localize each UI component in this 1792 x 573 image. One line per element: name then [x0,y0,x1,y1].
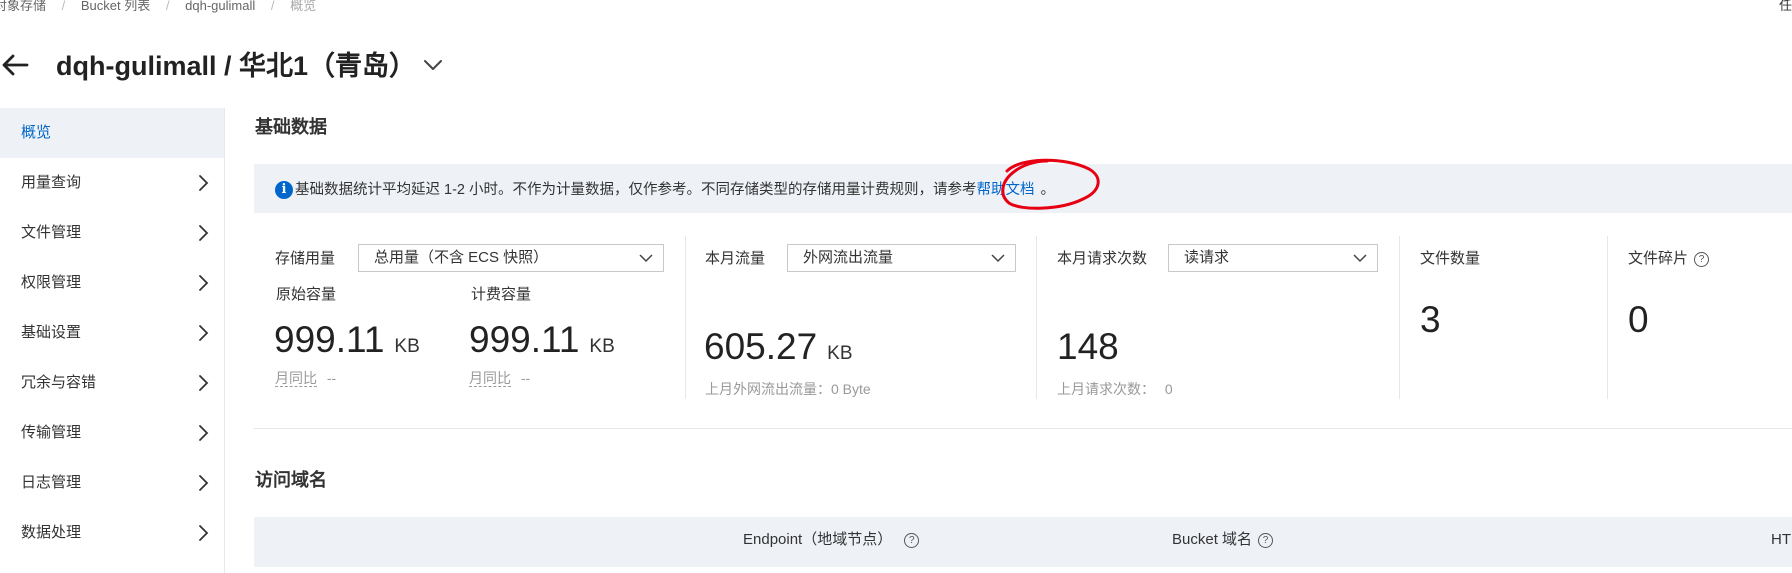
access-domains-title: 访问域名 [255,470,327,490]
file-count-label: 文件数量 [1420,250,1481,267]
back-arrow-icon[interactable] [0,50,30,80]
storage-usage-label: 存储用量 [275,250,336,267]
sidebar-item-label: 概览 [21,124,52,141]
breadcrumb-item-current: 概览 [290,0,317,13]
sidebar-item-label: 传输管理 [21,424,82,441]
sidebar-item-label: 数据处理 [21,524,82,541]
file-fragments-label: 文件碎片? [1628,249,1710,269]
chevron-right-icon [196,474,210,492]
basic-data-title: 基础数据 [255,117,327,137]
chevron-down-icon [1353,254,1367,263]
domains-table-header [254,517,1792,567]
billed-mom-value: -- [520,370,531,386]
sidebar-item-overview[interactable]: 概览 [0,108,224,158]
storage-type-select[interactable]: 总用量（不含 ECS 快照） [358,244,664,272]
storage-type-select-value: 总用量（不含 ECS 快照） [374,249,549,266]
file-fragments-value: 0 [1628,299,1649,340]
metric-divider [1607,236,1608,399]
sidebar-item-transfer[interactable]: 传输管理 [0,408,224,458]
region-switch-chevron-down-icon[interactable] [423,55,443,75]
traffic-type-select-value: 外网流出流量 [803,249,894,266]
breadcrumb-item-oss[interactable]: 对象存储 [0,0,46,13]
chevron-right-icon [196,174,210,192]
requests-last-month-value: 0 [1164,381,1173,397]
red-annotation-circle-icon [1001,158,1100,210]
metric-divider [685,236,686,399]
billed-mom: 月同比 -- [469,369,530,387]
info-icon: i [275,181,293,199]
sidebar-item-permissions[interactable]: 权限管理 [0,258,224,308]
chevron-right-icon [196,424,210,442]
traffic-value: 605.27 KB [704,325,853,376]
billed-capacity-value: 999.11 KB [469,318,615,369]
help-icon[interactable]: ? [904,532,920,548]
help-icon[interactable]: ? [1694,251,1710,267]
sidebar-item-files[interactable]: 文件管理 [0,208,224,258]
traffic-last-month: 上月外网流出流量：0 Byte [705,381,871,397]
column-header-endpoint: Endpoint（地域节点）? [743,530,920,550]
breadcrumb-separator: / [61,0,66,13]
raw-capacity-value: 999.11 KB [274,318,420,369]
requests-label: 本月请求次数 [1057,250,1148,267]
sidebar-item-label: 冗余与容错 [21,374,97,391]
breadcrumb-separator: / [165,0,170,13]
sidebar-divider [224,108,225,573]
sidebar-item-label: 权限管理 [21,274,82,291]
requests-value: 148 [1057,326,1119,367]
breadcrumb-item-bucket[interactable]: dqh-gulimall [185,0,255,13]
raw-capacity-label: 原始容量 [276,286,337,303]
request-type-select[interactable]: 读请求 [1168,244,1378,272]
billed-mom-label[interactable]: 月同比 [469,370,511,387]
sidebar-item-basic-settings[interactable]: 基础设置 [0,308,224,358]
column-header-label: Bucket 域名 [1172,531,1253,548]
help-icon[interactable]: ? [1258,532,1274,548]
request-type-select-value: 读请求 [1184,249,1230,266]
chevron-right-icon [196,324,210,342]
traffic-unit: KB [827,343,853,364]
sidebar-item-redundancy[interactable]: 冗余与容错 [0,358,224,408]
sidebar-item-label: 用量查询 [21,174,82,191]
sidebar-item-label: 文件管理 [21,224,82,241]
column-header-bucket-domain: Bucket 域名? [1172,530,1274,550]
sidebar-item-logs[interactable]: 日志管理 [0,458,224,508]
sidebar: 概览 用量查询 文件管理 权限管理 基础设置 冗余与容错 传输管理 日志管理 数… [0,108,224,573]
sidebar-item-label: 日志管理 [21,474,82,491]
raw-mom: 月同比 -- [275,369,336,387]
raw-mom-label[interactable]: 月同比 [275,370,317,387]
sidebar-item-data-processing[interactable]: 数据处理 [0,508,224,558]
chevron-right-icon [196,274,210,292]
raw-mom-value: -- [326,370,337,386]
traffic-label: 本月流量 [705,250,766,267]
notice-message: 基础数据统计平均延迟 1-2 小时。不作为计量数据，仅作参考。不同存储类型的存储… [295,182,977,198]
sidebar-item-usage[interactable]: 用量查询 [0,158,224,208]
traffic-number: 605.27 [704,326,818,367]
requests-last-month: 上月请求次数： 0 [1057,380,1173,398]
column-header-https: HT [1771,531,1791,548]
chevron-down-icon [639,254,653,263]
breadcrumb-separator: / [270,0,275,13]
chevron-right-icon [196,374,210,392]
chevron-right-icon [196,224,210,242]
breadcrumb-item-bucket-list[interactable]: Bucket 列表 [81,0,150,13]
sidebar-item-label: 基础设置 [21,324,82,341]
page-title: dqh-gulimall / 华北1（青岛） [56,51,417,81]
chevron-down-icon [991,254,1005,263]
billed-capacity-number: 999.11 [469,319,580,360]
billed-capacity-unit: KB [589,336,615,357]
requests-last-month-label: 上月请求次数： [1057,381,1155,397]
column-header-label: Endpoint（地域节点） [743,531,893,548]
traffic-type-select[interactable]: 外网流出流量 [787,244,1016,272]
top-right-text[interactable]: 任 [1779,0,1792,12]
billed-capacity-label: 计费容量 [471,286,532,303]
chevron-right-icon [196,524,210,542]
raw-capacity-number: 999.11 [274,319,385,360]
metric-divider [1036,236,1037,399]
notice-text: 基础数据统计平均延迟 1-2 小时。不作为计量数据，仅作参考。不同存储类型的存储… [295,180,1055,200]
breadcrumb: 对象存储 / Bucket 列表 / dqh-gulimall / 概览 [0,0,316,14]
section-divider [254,428,1792,429]
raw-capacity-unit: KB [394,336,420,357]
file-count-value: 3 [1420,299,1441,340]
file-fragments-text: 文件碎片 [1628,250,1689,267]
metric-divider [1399,236,1400,399]
